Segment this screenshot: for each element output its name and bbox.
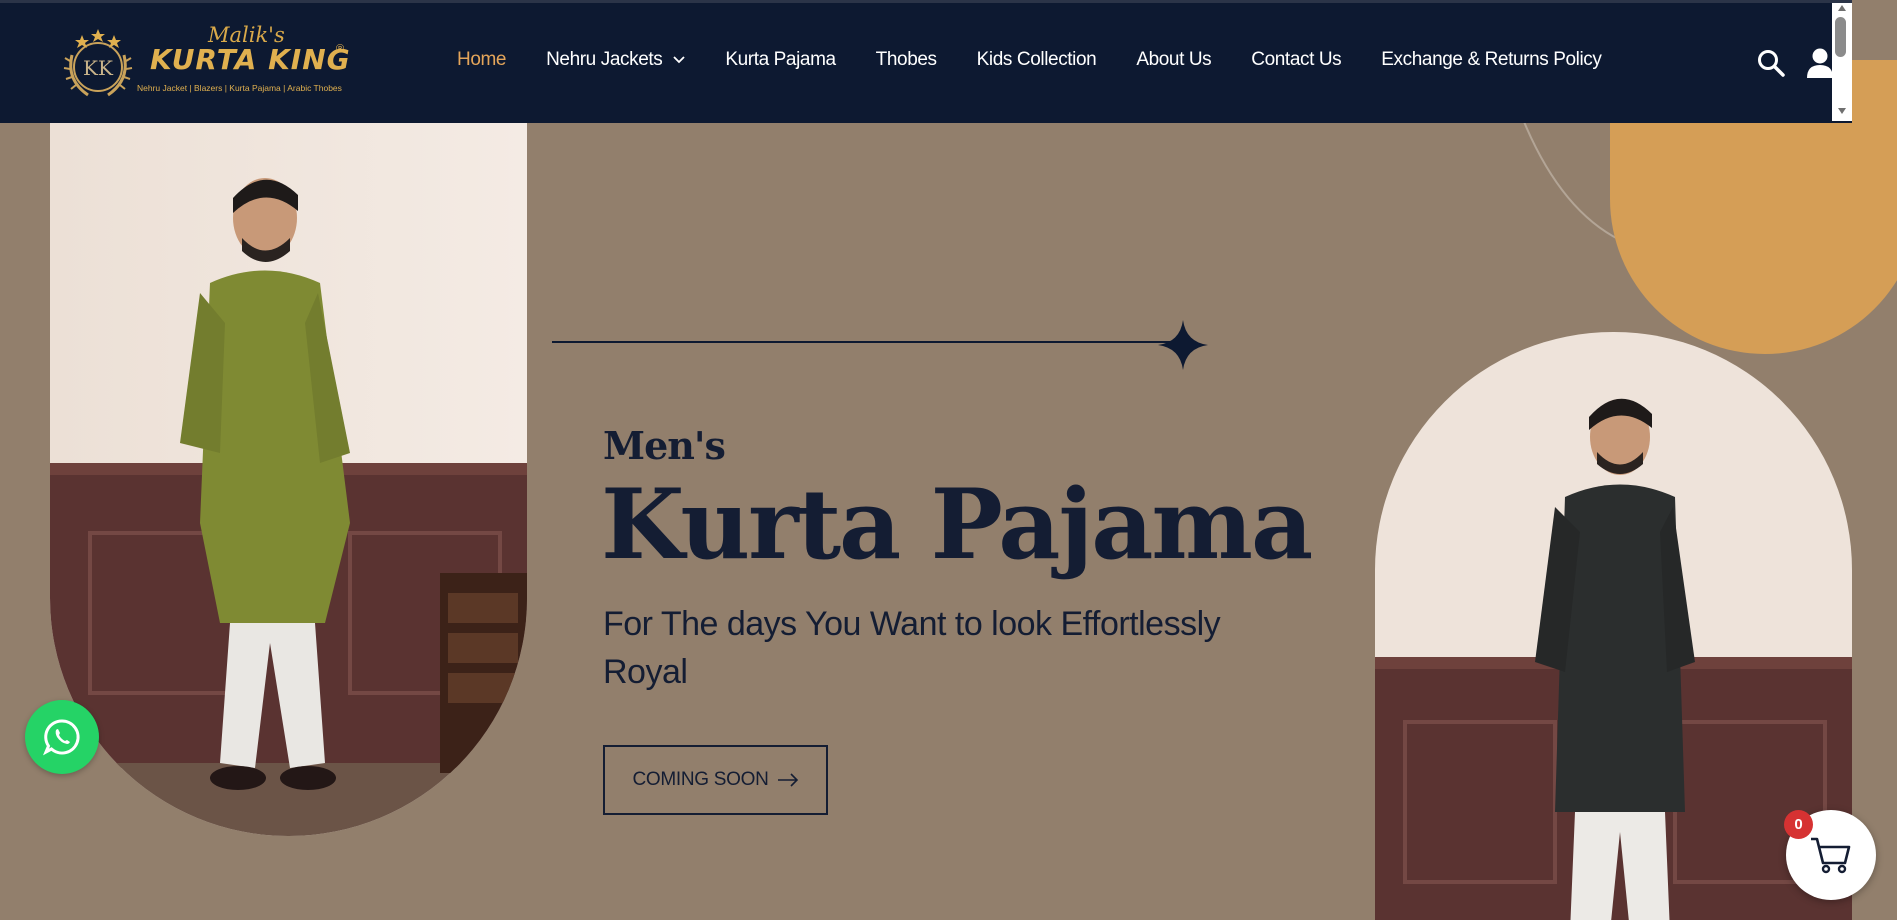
nav-item-home[interactable]: Home — [457, 49, 506, 71]
scroll-down-arrow-icon[interactable] — [1837, 107, 1847, 115]
page: Men's Kurta Pajama For The days You Want… — [0, 0, 1897, 920]
hero-title: Kurta Pajama — [601, 468, 1313, 581]
nav-item-kids-collection[interactable]: Kids Collection — [977, 49, 1097, 71]
whatsapp-icon — [42, 719, 80, 756]
nav-item-label: Nehru Jackets — [546, 49, 663, 70]
sparkle-icon — [1158, 320, 1208, 370]
shopping-cart-icon — [1811, 837, 1851, 874]
user-icon[interactable] — [1806, 48, 1834, 78]
main-nav: Home Nehru Jackets Kurta Pajama Thobes K… — [457, 49, 1602, 71]
logo-tagline: Nehru Jacket | Blazers | Kurta Pajama | … — [137, 83, 342, 93]
hero-subtitle: For The days You Want to look Effortless… — [603, 605, 1221, 691]
nav-item-contact-us[interactable]: Contact Us — [1251, 49, 1341, 71]
scrollbar-thumb[interactable] — [1835, 17, 1846, 57]
hero-left-model-photo — [50, 123, 527, 836]
arrow-right-icon — [777, 773, 798, 787]
coming-soon-button[interactable]: COMING SOON — [603, 745, 828, 815]
nav-item-thobes[interactable]: Thobes — [876, 49, 937, 71]
nav-item-nehru-jackets[interactable]: Nehru Jackets — [546, 49, 686, 71]
chevron-down-icon — [673, 56, 685, 64]
scroll-up-arrow-icon[interactable] — [1837, 4, 1847, 12]
hero-eyebrow: Men's — [603, 423, 726, 468]
svg-text:KK: KK — [83, 56, 114, 80]
whatsapp-button[interactable] — [25, 700, 99, 774]
coming-soon-button-label: COMING SOON — [632, 769, 769, 790]
logo-name: KURTA KING — [150, 43, 351, 76]
search-icon[interactable] — [1756, 48, 1786, 78]
cart-count-badge: 0 — [1784, 810, 1813, 839]
scrollbar[interactable] — [1832, 3, 1852, 121]
registered-mark: ® — [336, 43, 345, 55]
hero-right-model-photo — [1375, 332, 1852, 920]
nav-item-kurta-pajama[interactable]: Kurta Pajama — [725, 49, 836, 71]
decorative-line — [552, 341, 1182, 343]
logo-emblem-icon: KK — [63, 29, 133, 97]
logo[interactable]: KK Malik's KURTA KING ® Nehru Jacket | B… — [58, 23, 368, 103]
nav-item-about-us[interactable]: About Us — [1136, 49, 1211, 71]
nav-item-exchange-returns[interactable]: Exchange & Returns Policy — [1381, 49, 1602, 71]
site-header: KK Malik's KURTA KING ® Nehru Jacket | B… — [0, 0, 1852, 123]
header-icons — [1756, 48, 1834, 78]
